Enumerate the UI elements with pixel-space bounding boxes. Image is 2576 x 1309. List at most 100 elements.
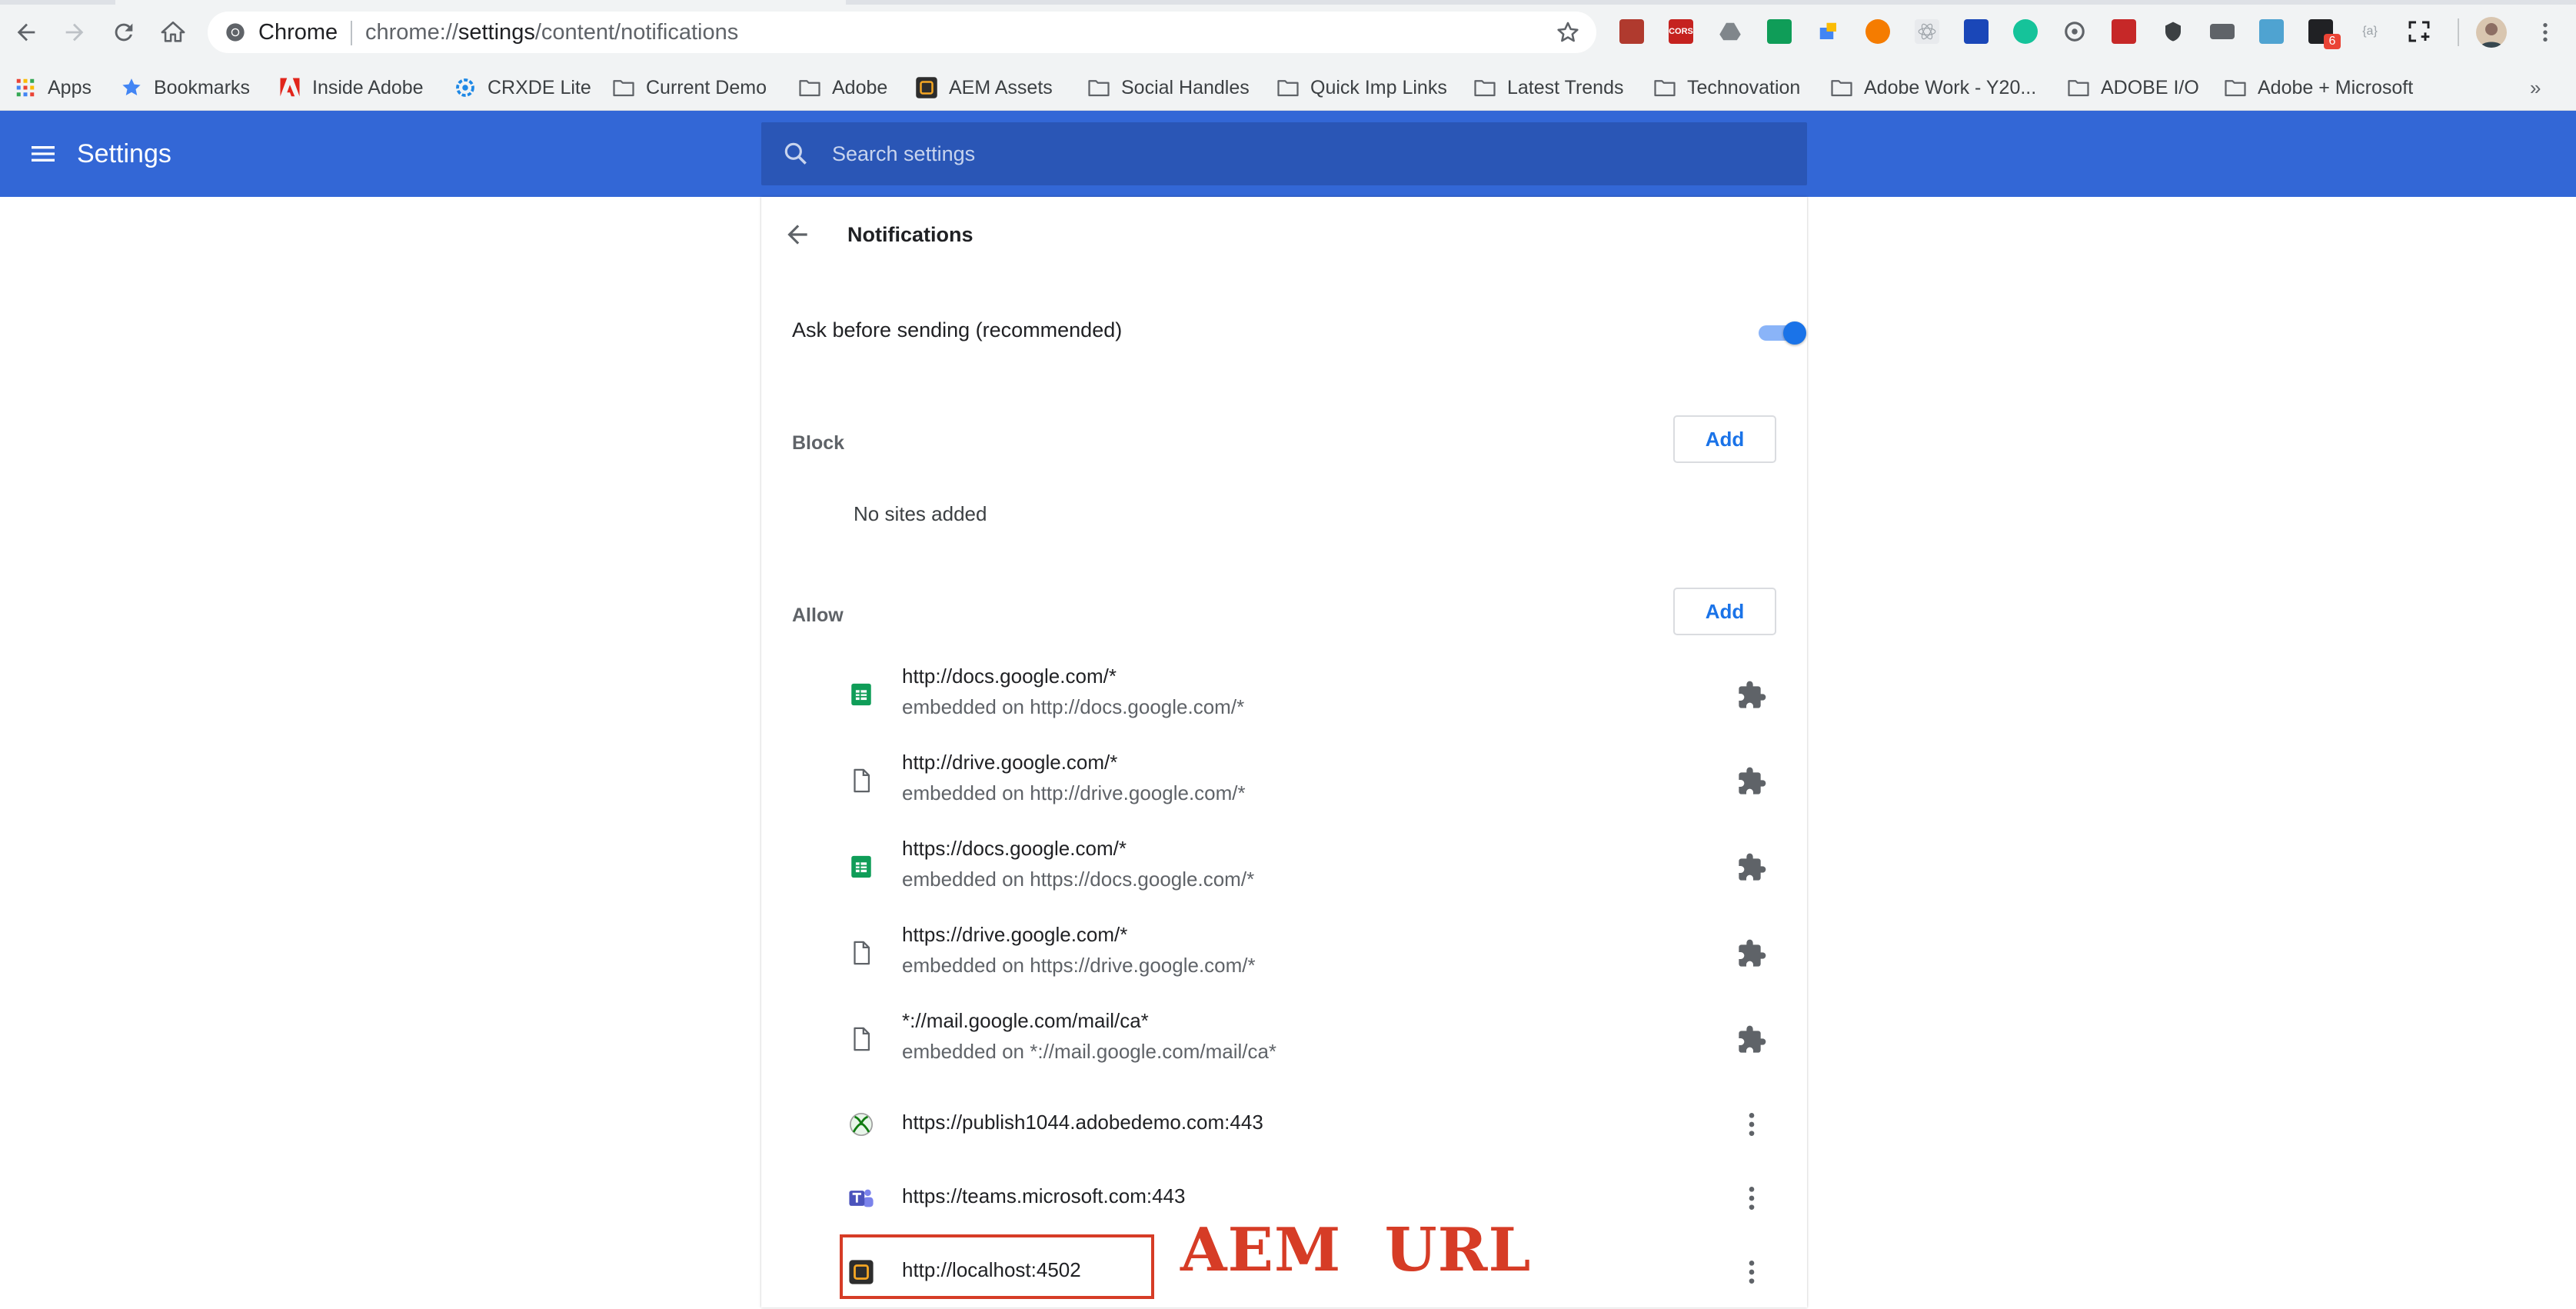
hamburger-menu-icon[interactable] bbox=[28, 138, 58, 169]
extension-chart-icon[interactable] bbox=[1767, 19, 1792, 44]
extension-tag-icon[interactable] bbox=[2210, 24, 2235, 39]
bookmark-label: Adobe Work - Y20... bbox=[1864, 76, 2037, 98]
site-row[interactable]: *://mail.google.com/mail/ca* embedded on… bbox=[761, 1001, 1807, 1086]
bookmark-quick-imp-links[interactable]: Quick Imp Links bbox=[1276, 65, 1447, 111]
omnibox[interactable]: Chrome chrome://settings/content/notific… bbox=[208, 12, 1596, 53]
omnibox-url[interactable]: chrome://settings/content/notifications bbox=[365, 19, 738, 45]
site-row[interactable]: http://drive.google.com/* embedded on ht… bbox=[761, 743, 1807, 828]
allow-section-label: Allow bbox=[792, 605, 844, 626]
folder-icon bbox=[1654, 80, 1676, 97]
more-vert-icon[interactable] bbox=[1736, 1109, 1767, 1140]
browser-menu-button[interactable] bbox=[2530, 17, 2561, 48]
adobe-icon bbox=[280, 78, 300, 97]
extension-puzzle-icon[interactable] bbox=[1736, 680, 1767, 711]
extension-capture-icon[interactable] bbox=[2407, 19, 2431, 44]
extension-puzzle-icon[interactable] bbox=[1736, 938, 1767, 969]
search-settings-box[interactable] bbox=[761, 122, 1807, 185]
bookmark-star-icon[interactable] bbox=[1555, 19, 1581, 45]
more-vert-icon[interactable] bbox=[1736, 1257, 1767, 1287]
extension-puzzle-icon[interactable] bbox=[1736, 852, 1767, 883]
bookmark-aem-assets[interactable]: AEM Assets bbox=[915, 65, 1053, 111]
site-row[interactable]: http://docs.google.com/* embedded on htt… bbox=[761, 657, 1807, 741]
bookmark-social-handles[interactable]: Social Handles bbox=[1087, 65, 1250, 111]
search-input[interactable] bbox=[832, 136, 1755, 172]
profile-avatar[interactable] bbox=[2476, 17, 2507, 48]
apps-grid-icon bbox=[16, 78, 35, 97]
bookmark-adobe-work[interactable]: Adobe Work - Y20... bbox=[1830, 65, 2036, 111]
bookmark-bookmarks[interactable]: Bookmarks bbox=[120, 65, 250, 111]
site-row[interactable]: https://publish1044.adobedemo.com:443 bbox=[761, 1088, 1807, 1161]
tab-strip-edge bbox=[0, 0, 2576, 5]
ask-before-sending-row[interactable]: Ask before sending (recommended) bbox=[792, 314, 1806, 352]
aem-icon bbox=[916, 77, 937, 98]
block-empty-text: No sites added bbox=[854, 502, 987, 525]
back-arrow-icon[interactable] bbox=[783, 220, 812, 249]
extension-react-icon[interactable] bbox=[1915, 19, 1939, 44]
extension-drive-icon[interactable] bbox=[1718, 19, 1742, 44]
url-host: settings bbox=[458, 20, 535, 45]
omnibox-chip: Chrome bbox=[258, 20, 338, 45]
bookmark-latest-trends[interactable]: Latest Trends bbox=[1473, 65, 1623, 111]
more-vert-icon bbox=[2543, 23, 2548, 42]
bookmark-label: ADOBE I/O bbox=[2101, 76, 2199, 98]
active-tab-edge[interactable] bbox=[115, 0, 846, 5]
extension-puzzle-icon[interactable] bbox=[1816, 19, 1841, 44]
back-nav-button[interactable] bbox=[9, 15, 43, 49]
allow-add-button[interactable]: Add bbox=[1673, 588, 1776, 635]
extension-screen-icon[interactable] bbox=[2259, 19, 2284, 44]
page-icon bbox=[854, 941, 870, 965]
bookmark-label: Bookmarks bbox=[154, 76, 251, 98]
crxde-icon bbox=[456, 78, 474, 97]
extension-red-icon[interactable] bbox=[2112, 19, 2136, 44]
site-origin: *://mail.google.com/mail/ca* bbox=[902, 1009, 1149, 1032]
extension-swirl-icon[interactable] bbox=[2062, 19, 2087, 44]
extension-json-icon[interactable]: {a} bbox=[2358, 19, 2382, 44]
bookmarks-overflow-button[interactable]: » bbox=[2530, 65, 2541, 111]
site-origin: https://publish1044.adobedemo.com:443 bbox=[902, 1111, 1263, 1134]
ask-before-sending-toggle[interactable] bbox=[1759, 321, 1806, 345]
bookmark-adobe-microsoft[interactable]: Adobe + Microsoft bbox=[2224, 65, 2413, 111]
folder-icon bbox=[1277, 80, 1299, 97]
settings-header: Settings bbox=[0, 111, 2576, 197]
folder-icon bbox=[1831, 80, 1852, 97]
extension-cors-icon[interactable]: CORS bbox=[1669, 19, 1693, 44]
page-icon bbox=[854, 1027, 870, 1051]
extension-puzzle-icon[interactable] bbox=[1736, 1024, 1767, 1055]
site-origin: http://drive.google.com/* bbox=[902, 751, 1118, 774]
block-add-button[interactable]: Add bbox=[1673, 415, 1776, 463]
folder-icon bbox=[1088, 80, 1110, 97]
extension-grammarly-icon[interactable] bbox=[2013, 19, 2038, 44]
sheets-icon bbox=[851, 855, 871, 878]
home-button[interactable] bbox=[156, 15, 190, 49]
bookmark-crxde-lite[interactable]: CRXDE Lite bbox=[454, 65, 591, 111]
bookmark-adobe-io[interactable]: ADOBE I/O bbox=[2067, 65, 2199, 111]
extension-puzzle-icon[interactable] bbox=[1736, 766, 1767, 797]
more-vert-icon[interactable] bbox=[1736, 1183, 1767, 1214]
bookmark-adobe[interactable]: Adobe bbox=[798, 65, 887, 111]
sheets-icon bbox=[851, 683, 871, 706]
reload-button[interactable] bbox=[107, 15, 141, 49]
star-icon bbox=[122, 78, 141, 95]
bookmark-label: Adobe + Microsoft bbox=[2258, 76, 2414, 98]
extension-blue-i-icon[interactable] bbox=[1964, 19, 1989, 44]
xbox-icon bbox=[849, 1112, 874, 1137]
site-embedded-on: embedded on http://drive.google.com/* bbox=[902, 781, 1246, 804]
site-row[interactable]: https://drive.google.com/* embedded on h… bbox=[761, 915, 1807, 1000]
bookmark-apps[interactable]: Apps bbox=[14, 65, 92, 111]
extension-book-icon[interactable] bbox=[1619, 19, 1644, 44]
site-origin: http://docs.google.com/* bbox=[902, 664, 1117, 688]
forward-nav-button[interactable] bbox=[58, 15, 92, 49]
extension-badge: 6 bbox=[2324, 34, 2341, 49]
bookmark-label: Current Demo bbox=[646, 76, 767, 98]
extension-orange-icon[interactable] bbox=[1865, 19, 1890, 44]
settings-title: Settings bbox=[77, 139, 171, 168]
bookmark-technovation[interactable]: Technovation bbox=[1653, 65, 1800, 111]
toolbar-divider bbox=[2458, 18, 2459, 46]
site-row[interactable]: https://docs.google.com/* embedded on ht… bbox=[761, 829, 1807, 914]
bookmark-inside-adobe[interactable]: Inside Adobe bbox=[278, 65, 424, 111]
bookmark-current-demo[interactable]: Current Demo bbox=[612, 65, 767, 111]
bookmark-label: Quick Imp Links bbox=[1310, 76, 1447, 98]
notifications-card: Notifications Ask before sending (recomm… bbox=[761, 197, 1807, 1307]
folder-icon bbox=[2068, 80, 2089, 97]
extension-shield-icon[interactable] bbox=[2161, 19, 2185, 44]
